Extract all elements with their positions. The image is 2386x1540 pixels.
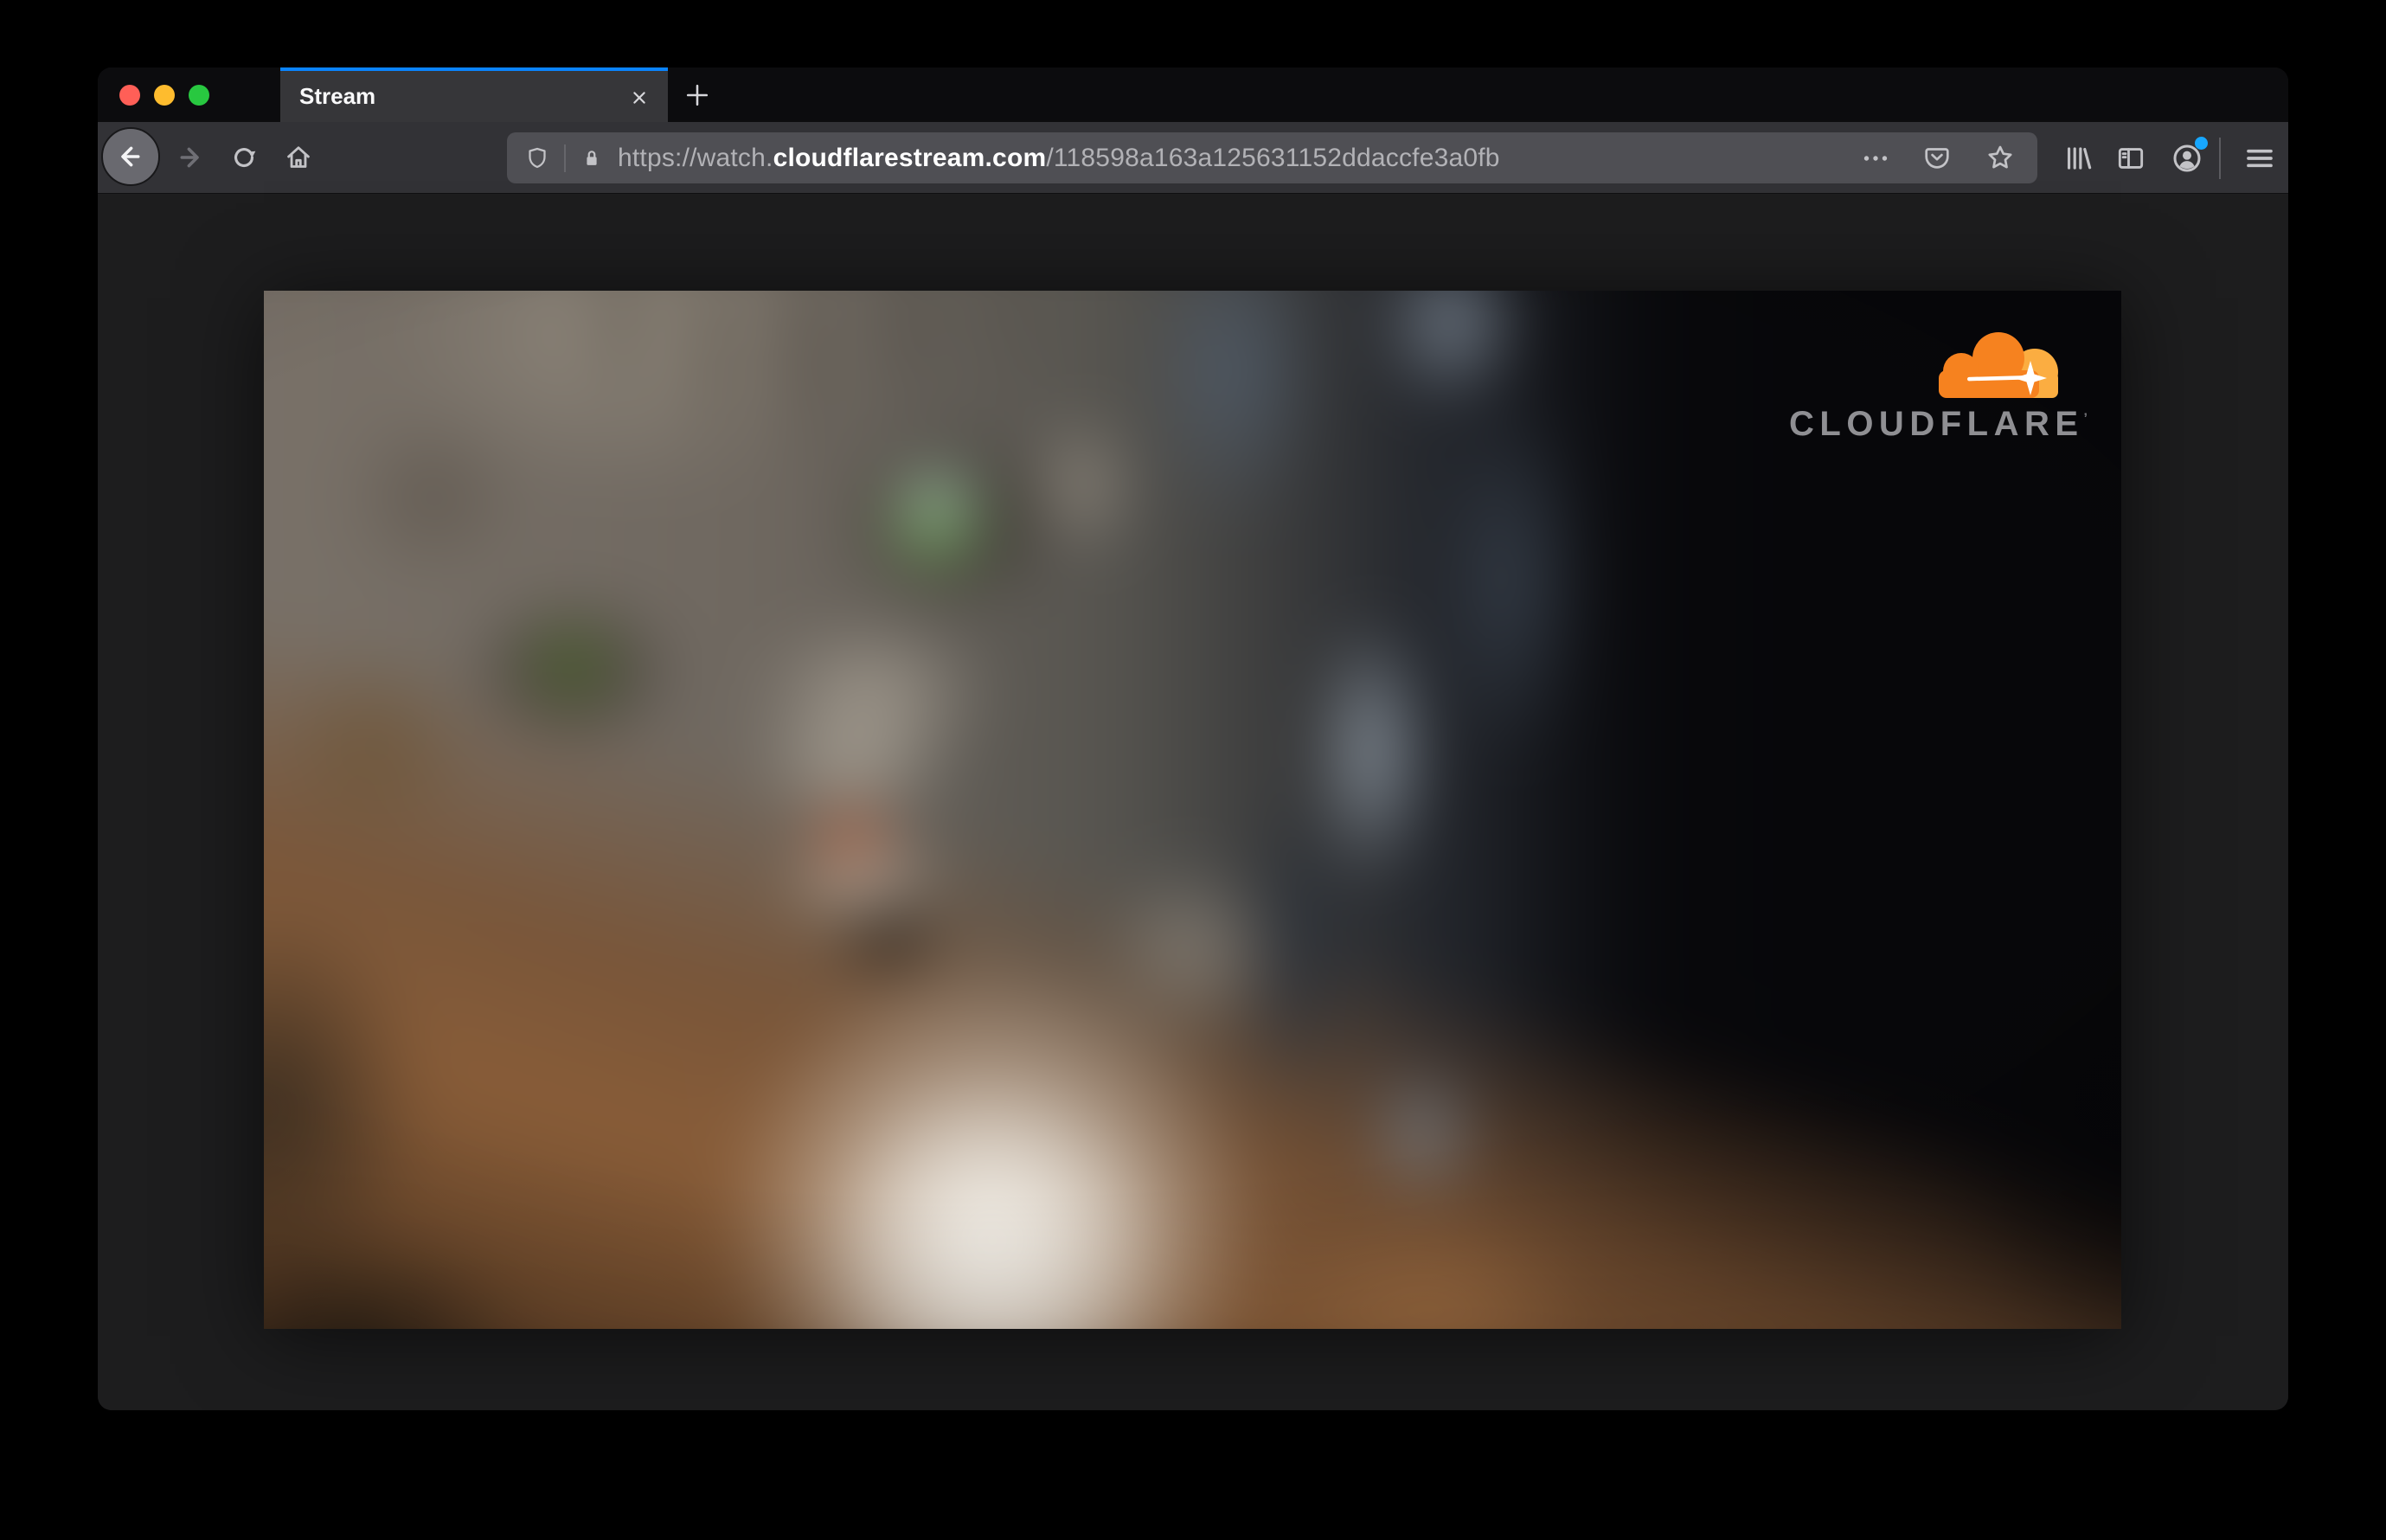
url-text: https://watch.cloudflarestream.com/11859… — [618, 144, 1500, 173]
forward-button[interactable] — [173, 141, 206, 174]
home-button[interactable] — [282, 141, 315, 174]
video-player[interactable]: CLOUDFLARE’ — [264, 291, 2121, 1329]
navigation-toolbar: https://watch.cloudflarestream.com/11859… — [98, 122, 2288, 194]
cloudflare-logo: CLOUDFLARE’ — [1789, 329, 2088, 444]
url-scheme-subdomain: https://watch. — [618, 143, 773, 172]
tab-bar: Stream — [98, 67, 2288, 122]
account-notification-dot — [2195, 137, 2208, 150]
menu-button[interactable] — [2241, 138, 2279, 178]
library-icon — [2067, 147, 2092, 170]
page-actions-icon[interactable] — [1861, 144, 1890, 173]
lock-icon[interactable] — [580, 146, 604, 170]
shield-icon[interactable] — [524, 145, 550, 171]
trademark-mark: ’ — [2083, 411, 2088, 427]
video-vignette — [264, 291, 2121, 1329]
sidebar-button[interactable] — [2113, 138, 2148, 178]
urlbar-divider — [564, 144, 566, 172]
tab-title: Stream — [299, 83, 376, 109]
traffic-zoom-icon[interactable] — [189, 85, 209, 106]
traffic-minimize-icon[interactable] — [154, 85, 175, 106]
account-button[interactable] — [2168, 137, 2208, 180]
tab-stream[interactable]: Stream — [280, 67, 668, 122]
window-controls — [119, 85, 209, 106]
close-tab-icon — [633, 92, 645, 104]
url-domain: cloudflarestream.com — [773, 143, 1047, 172]
menu-icon — [2247, 149, 2273, 168]
url-bar[interactable]: https://watch.cloudflarestream.com/11859… — [507, 132, 2037, 183]
close-tab-button[interactable] — [625, 83, 654, 112]
back-button[interactable] — [101, 127, 160, 186]
new-tab-button[interactable] — [680, 78, 715, 112]
forward-icon — [180, 147, 199, 168]
toolbar-separator — [2219, 138, 2221, 179]
brand-wordmark-text: CLOUDFLARE — [1789, 405, 2084, 443]
desktop: { "browser": { "window_controls": { "clo… — [0, 0, 2386, 1540]
page-content: CLOUDFLARE’ — [98, 194, 2288, 1410]
refresh-icon — [234, 148, 256, 168]
refresh-button[interactable] — [228, 141, 260, 174]
url-path: /118598a163a125631152ddaccfe3a0fb — [1046, 143, 1500, 172]
library-button[interactable] — [2061, 138, 2095, 178]
home-icon — [287, 146, 310, 168]
browser-window: Stream https://watch.cloudflarestream.co… — [98, 67, 2288, 1410]
traffic-close-icon[interactable] — [119, 85, 140, 106]
brand-wordmark: CLOUDFLARE’ — [1789, 405, 2088, 444]
cloudflare-cloud-icon — [1939, 332, 2058, 398]
back-icon — [121, 146, 140, 167]
pocket-icon[interactable] — [1921, 143, 1953, 174]
new-tab-icon — [686, 84, 709, 106]
urlbar-actions — [1861, 142, 2017, 175]
sidebar-icon — [2118, 148, 2144, 169]
bookmark-star-icon[interactable] — [1984, 142, 2017, 175]
